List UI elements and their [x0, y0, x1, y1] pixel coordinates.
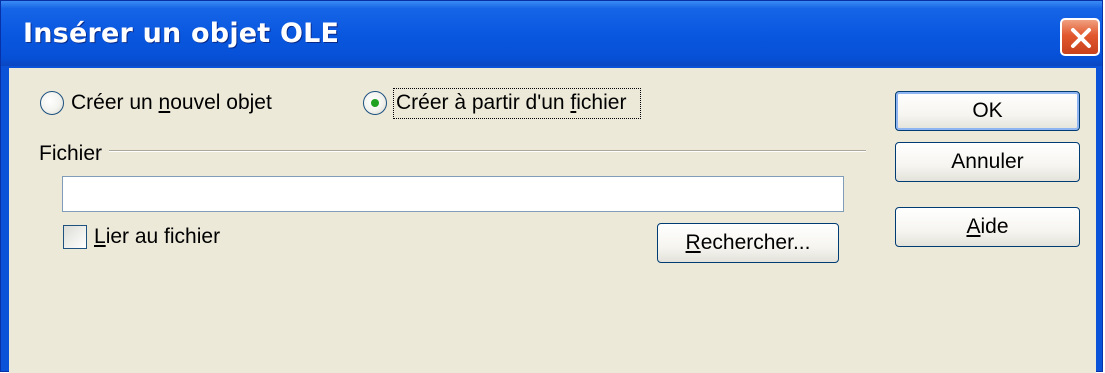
- cancel-button[interactable]: Annuler: [895, 142, 1080, 182]
- close-icon: [1071, 28, 1091, 48]
- help-button[interactable]: Aide: [895, 207, 1080, 247]
- link-to-file-checkbox[interactable]: [63, 225, 87, 249]
- radio-create-from-file[interactable]: [363, 91, 387, 115]
- file-group-label: Fichier: [39, 142, 103, 165]
- ok-button[interactable]: OK: [895, 91, 1080, 131]
- dialog-title: Insérer un objet OLE: [23, 18, 340, 49]
- radio-create-from-file-label[interactable]: Créer à partir d'un fichier: [396, 91, 626, 115]
- close-button[interactable]: [1060, 18, 1100, 56]
- radio-create-new[interactable]: [40, 91, 64, 115]
- radio-selected-dot: [371, 99, 379, 107]
- file-path-input[interactable]: [62, 176, 844, 212]
- dialog-window: Insérer un objet OLE Créer un nouvel obj…: [0, 0, 1103, 373]
- group-separator: [109, 150, 866, 152]
- browse-button[interactable]: Rechercher...: [657, 223, 839, 263]
- dialog-body: Créer un nouvel objet Créer à partir d'u…: [9, 68, 1096, 373]
- title-bar[interactable]: Insérer un objet OLE: [1, 1, 1102, 66]
- radio-create-new-label[interactable]: Créer un nouvel objet: [71, 91, 272, 115]
- link-to-file-label[interactable]: Lier au fichier: [94, 225, 220, 249]
